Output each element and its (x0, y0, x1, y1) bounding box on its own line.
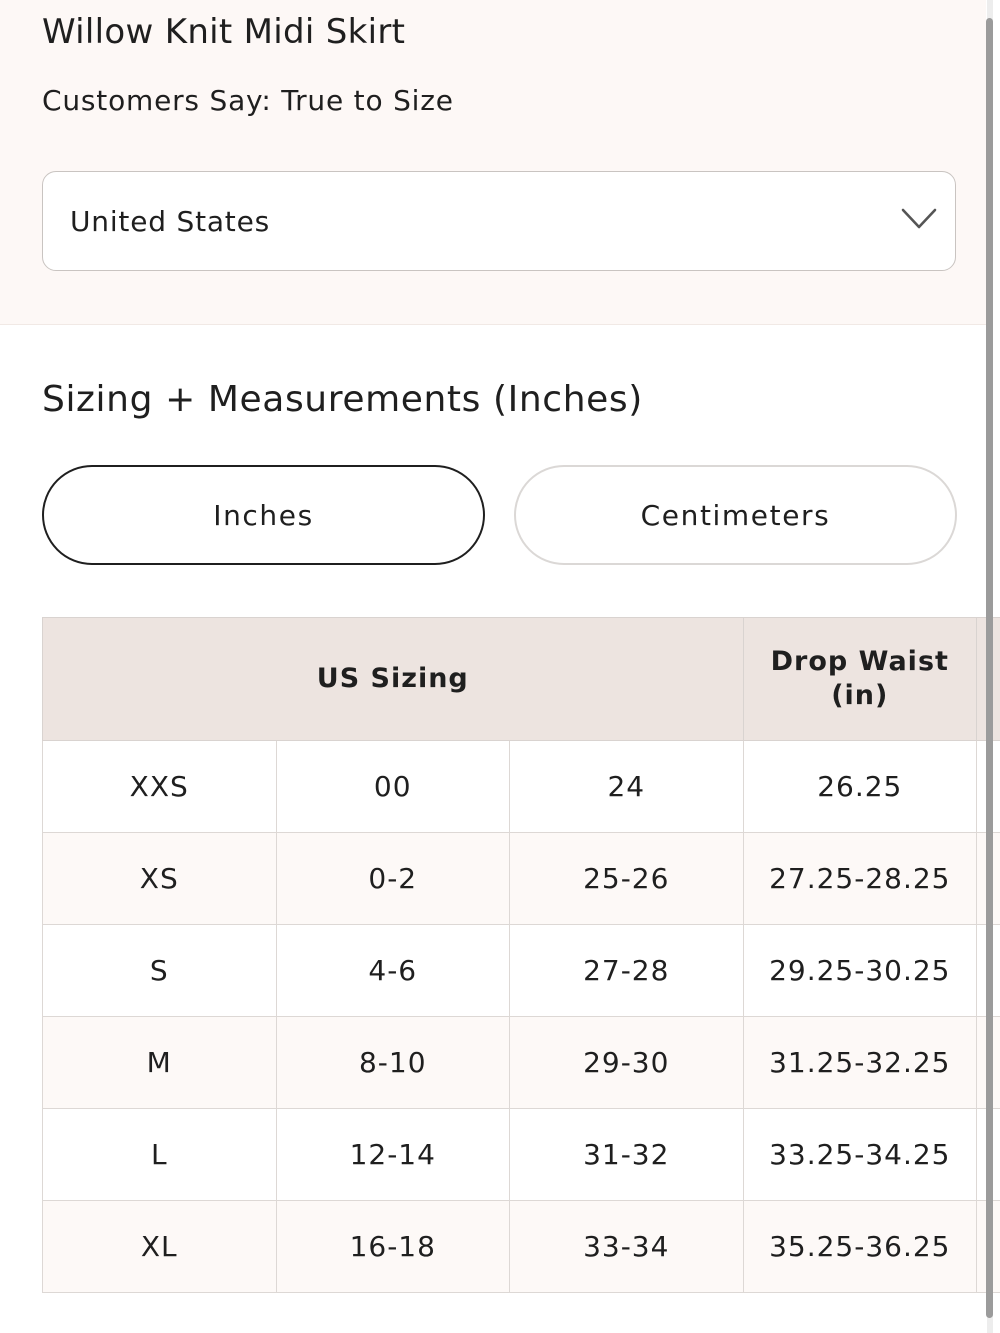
country-select[interactable]: United States (42, 171, 956, 271)
table-row: XL 16-18 33-34 35.25-36.25 (42, 1200, 1000, 1293)
table-row: XXS 00 24 26.25 (42, 740, 1000, 833)
cell-waist: 27-28 (509, 924, 744, 1017)
cell-waist: 31-32 (509, 1108, 744, 1201)
table-row: S 4-6 27-28 29.25-30.25 (42, 924, 1000, 1017)
product-header-section: Willow Knit Midi Skirt Customers Say: Tr… (0, 0, 986, 325)
cell-us-size: 0-2 (275, 832, 510, 925)
cell-size: XL (42, 1200, 277, 1293)
table-row: M 8-10 29-30 31.25-32.25 (42, 1016, 1000, 1109)
cell-size: L (42, 1108, 277, 1201)
cell-drop-waist: 26.25 (742, 740, 978, 833)
cell-us-size: 12-14 (275, 1108, 510, 1201)
cell-size: XS (42, 832, 277, 925)
cell-drop-waist: 27.25-28.25 (742, 832, 978, 925)
fit-note: Customers Say: True to Size (42, 84, 454, 117)
size-chart-table: US Sizing Drop Waist (in) XXS 00 24 26.2… (42, 617, 1000, 1293)
cell-waist: 24 (509, 740, 744, 833)
cell-size: S (42, 924, 277, 1017)
size-table-scroll-container[interactable]: US Sizing Drop Waist (in) XXS 00 24 26.2… (42, 617, 1000, 1297)
product-title: Willow Knit Midi Skirt (42, 12, 406, 52)
cell-waist: 25-26 (509, 832, 744, 925)
cell-waist: 33-34 (509, 1200, 744, 1293)
cell-size: M (42, 1016, 277, 1109)
chevron-down-icon (901, 208, 937, 229)
sizing-section-title: Sizing + Measurements (Inches) (42, 379, 643, 420)
cell-waist: 29-30 (509, 1016, 744, 1109)
cell-size: XXS (42, 740, 277, 833)
header-drop-waist: Drop Waist (in) (742, 617, 978, 741)
table-row: XS 0-2 25-26 27.25-28.25 (42, 832, 1000, 925)
cell-drop-waist: 35.25-36.25 (742, 1200, 978, 1293)
country-select-value: United States (70, 205, 271, 238)
cell-us-size: 16-18 (275, 1200, 510, 1293)
cell-drop-waist: 31.25-32.25 (742, 1016, 978, 1109)
centimeters-toggle-button[interactable]: Centimeters (514, 465, 957, 565)
table-header-row: US Sizing Drop Waist (in) (42, 617, 1000, 741)
cell-us-size: 8-10 (275, 1016, 510, 1109)
cell-drop-waist: 29.25-30.25 (742, 924, 978, 1017)
inches-toggle-button[interactable]: Inches (42, 465, 485, 565)
header-us-sizing: US Sizing (42, 617, 744, 741)
cell-us-size: 00 (275, 740, 510, 833)
page-scrollbar-thumb[interactable] (986, 18, 993, 1318)
cell-drop-waist: 33.25-34.25 (742, 1108, 978, 1201)
cell-us-size: 4-6 (275, 924, 510, 1017)
table-row: L 12-14 31-32 33.25-34.25 (42, 1108, 1000, 1201)
